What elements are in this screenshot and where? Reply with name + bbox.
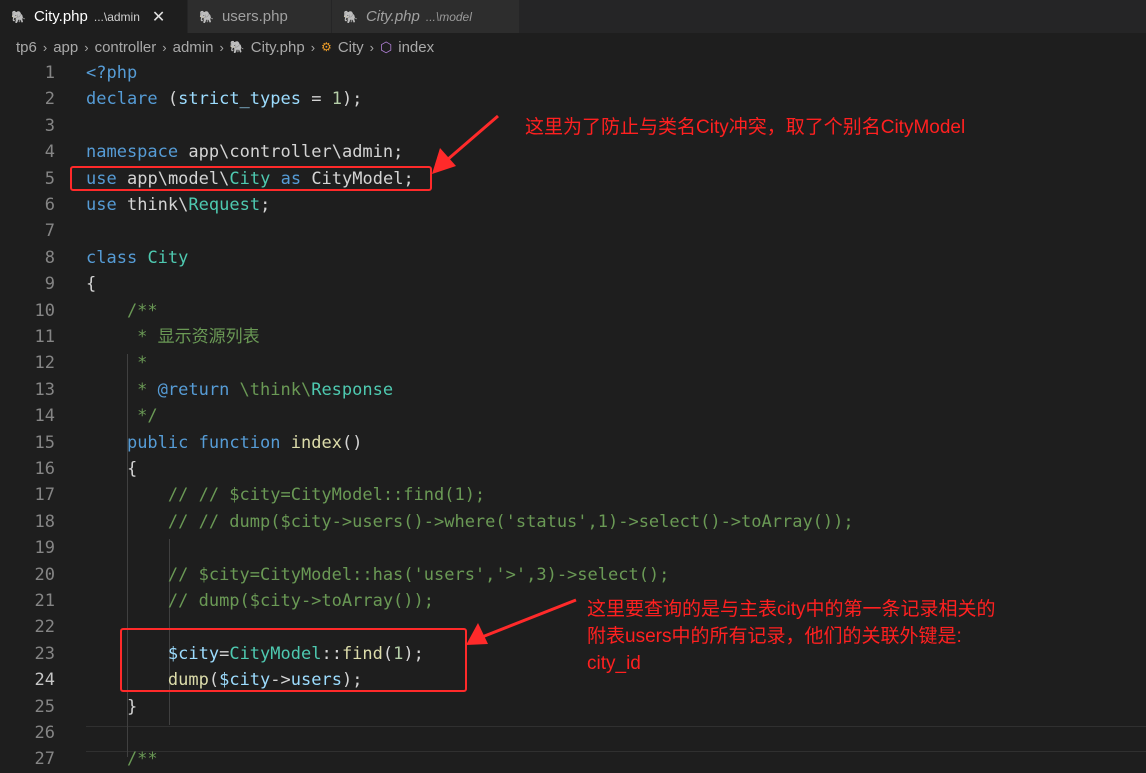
arrow-shaft-1 (446, 114, 499, 162)
annotation-note-line: city_id (587, 653, 641, 674)
annotation-note-alias: 这里为了防止与类名City冲突，取了个别名CityModel (525, 117, 966, 138)
arrow-head-1 (432, 148, 456, 174)
annotation-note-query: 这里要查询的是与主表city中的第一条记录相关的 附表users中的所有记录，他… (587, 596, 996, 677)
annotation-note-line: 附表users中的所有记录，他们的关联外键是: (587, 626, 962, 647)
annotation-note-line: 这里要查询的是与主表city中的第一条记录相关的 (587, 599, 996, 620)
arrow-head-2 (466, 623, 488, 645)
arrow-shaft-2 (481, 598, 577, 639)
